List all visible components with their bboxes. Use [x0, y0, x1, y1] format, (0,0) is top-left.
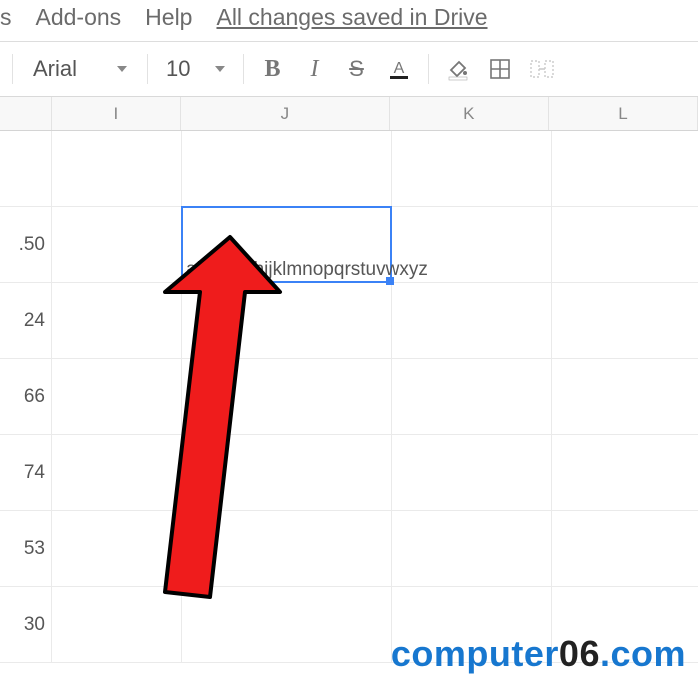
cells-container: .502466745330 — [0, 131, 698, 697]
toolbar-separator — [428, 54, 429, 84]
font-family-label: Arial — [33, 56, 77, 82]
cell[interactable] — [392, 587, 552, 663]
column-headers: I J K L — [0, 97, 698, 131]
fill-color-button[interactable] — [441, 52, 475, 86]
cell[interactable] — [182, 359, 392, 435]
toolbar-separator — [12, 54, 13, 84]
font-family-dropdown[interactable]: Arial — [25, 54, 135, 84]
cell[interactable] — [52, 587, 182, 663]
cell[interactable] — [182, 207, 392, 283]
cell[interactable] — [552, 359, 698, 435]
cell[interactable] — [552, 131, 698, 207]
menu-item-help[interactable]: Help — [145, 4, 192, 31]
column-header-i[interactable]: I — [52, 97, 181, 130]
cell[interactable]: 24 — [0, 283, 52, 359]
svg-text:A: A — [393, 60, 404, 77]
text-color-icon: A — [387, 57, 411, 81]
spreadsheet-grid[interactable]: I J K L .502466745330 abcdefghijklmnopqr… — [0, 97, 698, 697]
bold-button[interactable]: B — [256, 52, 290, 86]
menu-bar: s Add-ons Help All changes saved in Driv… — [0, 0, 698, 42]
font-size-dropdown[interactable]: 10 — [160, 54, 230, 84]
cell[interactable]: 30 — [0, 587, 52, 663]
cell[interactable] — [392, 435, 552, 511]
cell[interactable] — [52, 359, 182, 435]
cell[interactable] — [52, 131, 182, 207]
toolbar-separator — [147, 54, 148, 84]
italic-button[interactable]: I — [298, 52, 332, 86]
cell[interactable]: 74 — [0, 435, 52, 511]
caret-down-icon — [117, 66, 127, 72]
cell[interactable] — [52, 283, 182, 359]
cell[interactable] — [182, 131, 392, 207]
cell[interactable] — [182, 283, 392, 359]
merge-icon — [530, 58, 554, 80]
cell[interactable] — [552, 511, 698, 587]
cell[interactable] — [392, 511, 552, 587]
column-header-k[interactable]: K — [390, 97, 549, 130]
cell[interactable] — [552, 435, 698, 511]
column-header-l[interactable]: L — [549, 97, 698, 130]
menu-item-partial[interactable]: s — [0, 4, 12, 31]
font-size-label: 10 — [166, 56, 190, 82]
cell[interactable] — [52, 207, 182, 283]
cell[interactable] — [552, 283, 698, 359]
cell[interactable] — [552, 587, 698, 663]
cell[interactable] — [182, 435, 392, 511]
cell[interactable] — [52, 511, 182, 587]
borders-icon — [489, 58, 511, 80]
merge-cells-button[interactable] — [525, 52, 559, 86]
cell[interactable] — [52, 435, 182, 511]
cell[interactable] — [0, 131, 52, 207]
cell[interactable]: .50 — [0, 207, 52, 283]
cell[interactable] — [392, 359, 552, 435]
column-header-j[interactable]: J — [181, 97, 390, 130]
column-header[interactable] — [0, 97, 52, 130]
cell[interactable] — [182, 587, 392, 663]
cell[interactable] — [182, 511, 392, 587]
text-color-button[interactable]: A — [382, 52, 416, 86]
paint-bucket-icon — [446, 57, 470, 81]
strikethrough-button[interactable]: S — [340, 52, 374, 86]
cell[interactable]: 66 — [0, 359, 52, 435]
toolbar: Arial 10 B I S A — [0, 42, 698, 97]
toolbar-separator — [243, 54, 244, 84]
menu-item-addons[interactable]: Add-ons — [36, 4, 122, 31]
cell[interactable] — [552, 207, 698, 283]
cell[interactable] — [392, 283, 552, 359]
cell[interactable]: 53 — [0, 511, 52, 587]
save-status[interactable]: All changes saved in Drive — [216, 4, 487, 31]
borders-button[interactable] — [483, 52, 517, 86]
caret-down-icon — [215, 66, 225, 72]
cell[interactable] — [392, 131, 552, 207]
cell[interactable] — [392, 207, 552, 283]
